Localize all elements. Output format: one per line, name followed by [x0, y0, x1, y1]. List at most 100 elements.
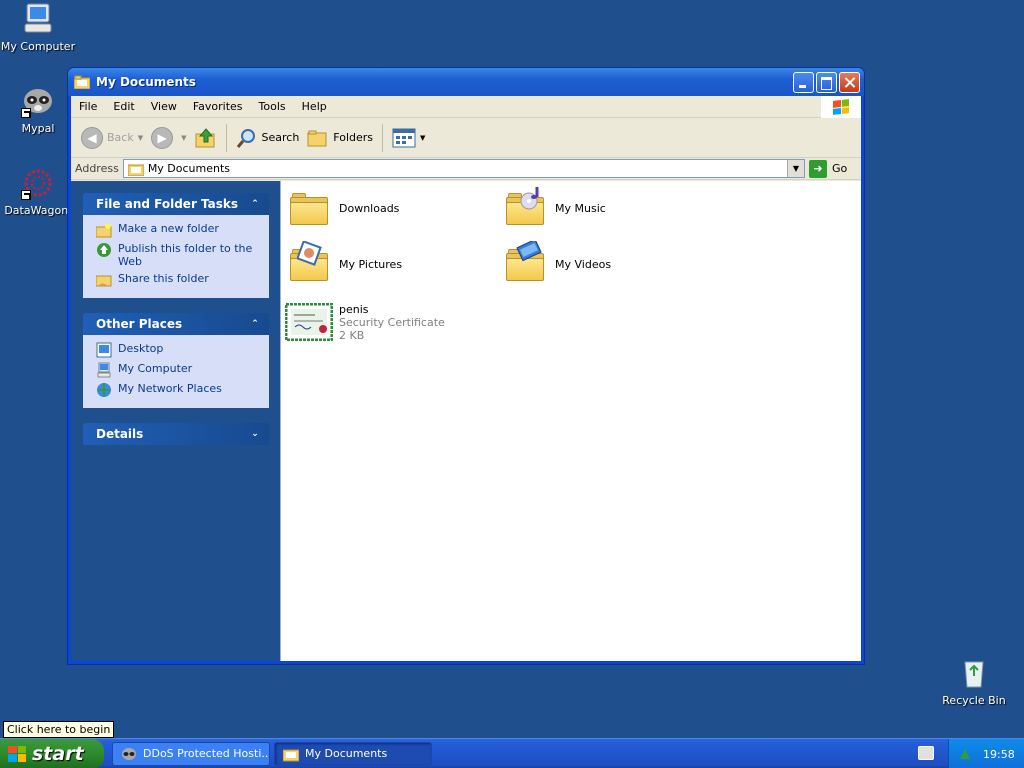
- panel-body: Make a new folder Publish this folder to…: [83, 215, 269, 298]
- maximize-button[interactable]: [816, 71, 837, 93]
- folder-icon: [287, 185, 333, 231]
- file-item-my-videos[interactable]: My Videos: [503, 241, 611, 287]
- panel-body: Desktop My Computer My Network Places: [83, 335, 269, 408]
- mypal-raccoon-icon: [21, 84, 55, 118]
- go-arrow-icon: ➜: [809, 159, 827, 178]
- panel-header[interactable]: File and Folder Tasks ⌃: [83, 193, 269, 215]
- task-make-new-folder[interactable]: Make a new folder: [96, 222, 263, 238]
- chevron-down-icon: ▼: [420, 133, 426, 142]
- go-button[interactable]: ➜ Go: [809, 159, 857, 178]
- desktop-icon-datawagon[interactable]: DataWagon.: [0, 166, 76, 217]
- back-label: Back: [107, 131, 134, 144]
- place-my-network-places[interactable]: My Network Places: [96, 382, 263, 398]
- file-name: Downloads: [339, 201, 400, 215]
- task-label: DDoS Protected Hosti...: [143, 747, 270, 760]
- task-label: Publish this folder to the Web: [118, 242, 253, 268]
- desktop-icon-label: Mypal: [21, 122, 55, 135]
- task-share-folder[interactable]: Share this folder: [96, 272, 263, 288]
- pictures-folder-icon: [287, 241, 333, 287]
- standard-toolbar: ◀ Back ▼ ▶ ▼ Search Folders ▼: [71, 118, 861, 158]
- desktop-icon-label: My Computer: [0, 40, 76, 53]
- collapse-chevron-icon[interactable]: ⌃: [247, 316, 263, 332]
- desktop-icon-mypal[interactable]: Mypal: [0, 84, 76, 135]
- place-label: My Network Places: [118, 382, 222, 395]
- collapse-chevron-icon[interactable]: ⌃: [247, 196, 263, 212]
- file-item-downloads[interactable]: Downloads: [287, 185, 399, 231]
- folders-button[interactable]: Folders: [303, 123, 377, 153]
- panel-title: File and Folder Tasks: [96, 197, 239, 211]
- search-label: Search: [261, 131, 300, 144]
- chevron-down-icon: ▼: [181, 133, 187, 142]
- forward-button[interactable]: ▶ ▼: [147, 123, 190, 153]
- file-size: 2 KB: [339, 329, 365, 342]
- desktop-icon-label: Recycle Bin: [942, 694, 1006, 707]
- place-label: Desktop: [118, 342, 164, 355]
- menu-view[interactable]: View: [143, 100, 185, 113]
- folder-icon: [127, 164, 144, 176]
- start-label: start: [32, 742, 84, 765]
- file-item-certificate[interactable]: penis Security Certificate 2 KB: [284, 302, 445, 342]
- taskbar: start DDoS Protected Hosti... My Documen…: [0, 738, 1024, 768]
- my-computer-icon: [97, 362, 111, 378]
- datawagon-icon: [21, 166, 55, 200]
- keyboard-icon[interactable]: [918, 746, 934, 760]
- folder-icon: [283, 749, 299, 761]
- other-places-panel: Other Places ⌃ Desktop My Computer My Ne…: [83, 313, 269, 408]
- forward-arrow-icon: ▶: [151, 126, 174, 149]
- place-my-computer[interactable]: My Computer: [96, 362, 263, 378]
- windows-logo-icon: [8, 745, 26, 762]
- menu-help[interactable]: Help: [294, 100, 335, 113]
- address-input[interactable]: My Documents ▼: [122, 159, 805, 178]
- panel-header[interactable]: Details ⌄: [83, 423, 269, 445]
- address-value: My Documents: [147, 162, 231, 175]
- new-folder-icon: [96, 223, 112, 238]
- taskbar-item-browser[interactable]: DDoS Protected Hosti...: [112, 741, 270, 766]
- menu-tools[interactable]: Tools: [251, 100, 294, 113]
- file-item-my-music[interactable]: My Music: [503, 185, 606, 231]
- shortcut-arrow-icon: [21, 190, 31, 200]
- file-item-my-pictures[interactable]: My Pictures: [287, 241, 402, 287]
- details-panel: Details ⌄: [83, 423, 269, 445]
- task-label: My Documents: [305, 747, 388, 760]
- panel-title: Details: [96, 427, 144, 441]
- system-tray: 19:58: [948, 739, 1024, 768]
- views-button[interactable]: ▼: [388, 123, 429, 153]
- recycle-bin-icon: [957, 656, 991, 690]
- back-button[interactable]: ◀ Back ▼: [77, 123, 147, 153]
- start-button[interactable]: start: [0, 738, 104, 768]
- toolbar-separator: [225, 123, 227, 152]
- window-body: File Edit View Favorites Tools Help ◀ Ba…: [71, 96, 861, 661]
- desktop-icon-label: DataWagon.: [4, 204, 72, 217]
- window-title: My Documents: [96, 75, 196, 89]
- folders-icon: [307, 130, 327, 146]
- shortcut-arrow-icon: [21, 108, 31, 118]
- menu-edit[interactable]: Edit: [105, 100, 142, 113]
- search-icon: [236, 128, 255, 148]
- expand-chevron-icon[interactable]: ⌄: [247, 426, 263, 442]
- menu-file[interactable]: File: [71, 100, 105, 113]
- clock[interactable]: 19:58: [983, 748, 1015, 761]
- task-pane: File and Folder Tasks ⌃ Make a new folde…: [71, 181, 280, 661]
- network-tray-icon[interactable]: [957, 746, 973, 762]
- menu-bar: File Edit View Favorites Tools Help: [71, 96, 861, 118]
- place-desktop[interactable]: Desktop: [96, 342, 263, 358]
- task-label: Share this folder: [118, 272, 209, 285]
- window-titlebar[interactable]: My Documents: [68, 68, 864, 96]
- share-folder-icon: [96, 275, 112, 287]
- desktop-icon-recycle-bin[interactable]: Recycle Bin: [936, 656, 1012, 707]
- minimize-button[interactable]: [793, 71, 814, 93]
- menu-favorites[interactable]: Favorites: [185, 100, 251, 113]
- file-name: penis: [339, 303, 369, 316]
- close-button[interactable]: [839, 71, 860, 93]
- taskbar-item-my-documents[interactable]: My Documents: [274, 741, 432, 766]
- task-publish-web[interactable]: Publish this folder to the Web: [96, 242, 263, 268]
- search-button[interactable]: Search: [232, 123, 304, 153]
- address-bar: Address My Documents ▼ ➜ Go: [71, 158, 861, 180]
- up-folder-button[interactable]: [191, 123, 221, 153]
- start-tooltip: Click here to begin: [3, 721, 115, 738]
- panel-header[interactable]: Other Places ⌃: [83, 313, 269, 335]
- desktop-icon-my-computer[interactable]: My Computer: [0, 2, 76, 53]
- address-dropdown-button[interactable]: ▼: [787, 160, 804, 177]
- explorer-window: My Documents File Edit View Favorites To…: [67, 67, 865, 665]
- mypal-raccoon-icon: [122, 747, 136, 760]
